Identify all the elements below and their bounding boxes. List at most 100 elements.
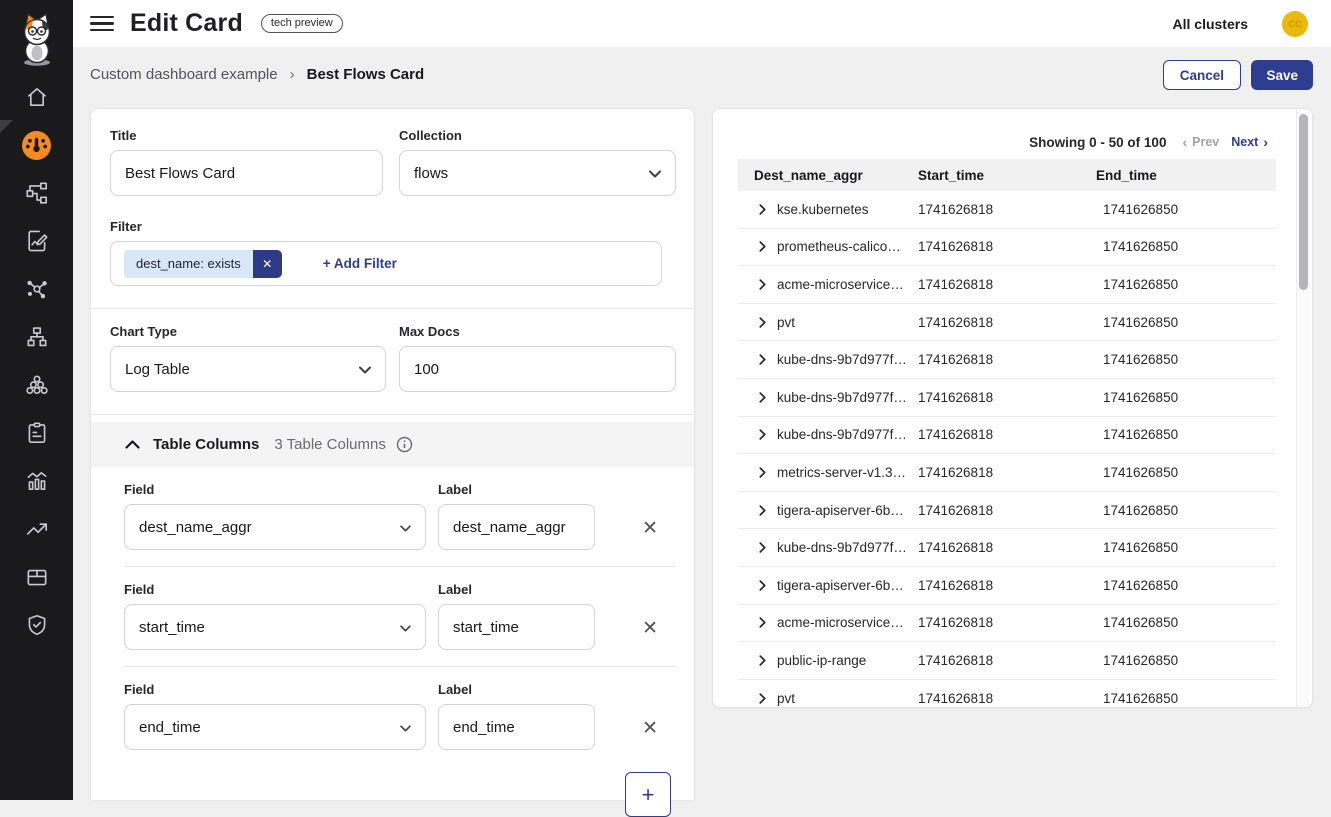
max-docs-label: Max Docs <box>399 324 676 339</box>
add-column-button[interactable]: + <box>625 772 671 817</box>
calico-cat-logo[interactable] <box>14 8 60 70</box>
expand-row-icon[interactable] <box>759 693 766 704</box>
chevron-left-icon: ‹ <box>1182 134 1187 150</box>
breadcrumb-current: Best Flows Card <box>307 66 425 83</box>
table-row[interactable]: public-ip-range 1741626818 1741626850 <box>738 642 1276 680</box>
shield-check-icon[interactable] <box>0 601 73 649</box>
expand-row-icon[interactable] <box>759 617 766 628</box>
expand-row-icon[interactable] <box>759 392 766 403</box>
chevron-up-icon[interactable] <box>125 436 140 454</box>
max-docs-input[interactable] <box>399 346 676 392</box>
collection-label: Collection <box>399 128 676 143</box>
remove-column-icon[interactable]: ✕ <box>636 718 664 739</box>
save-button[interactable]: Save <box>1251 60 1313 90</box>
table-row[interactable]: kube-dns-9b7d977f… 1741626818 1741626850 <box>738 529 1276 567</box>
remove-filter-icon[interactable]: ✕ <box>253 250 282 278</box>
expand-row-icon[interactable] <box>759 580 766 591</box>
scrollbar-thumb[interactable] <box>1299 114 1308 290</box>
chart-type-label: Chart Type <box>110 324 386 339</box>
divider <box>91 308 694 309</box>
table-columns-section-header[interactable]: Table Columns 3 Table Columns <box>91 422 694 467</box>
expand-row-icon[interactable] <box>759 542 766 553</box>
filter-input[interactable]: dest_name: exists ✕ + Add Filter <box>110 241 662 286</box>
card-preview-panel: Showing 0 - 50 of 100 ‹ Prev Next › Dest… <box>712 108 1313 708</box>
add-filter-button[interactable]: + Add Filter <box>323 256 397 271</box>
table-row[interactable]: tigera-apiserver-6b… 1741626818 17416268… <box>738 567 1276 605</box>
table-row[interactable]: kube-dns-9b7d977f… 1741626818 1741626850 <box>738 379 1276 417</box>
breadcrumb-parent[interactable]: Custom dashboard example <box>90 66 278 83</box>
title-input[interactable] <box>110 150 383 196</box>
sidebar-flap-decoration <box>0 120 13 133</box>
label-label: Label <box>438 682 595 697</box>
table-row[interactable]: pvt 1741626818 1741626850 <box>738 680 1276 708</box>
clipboard-icon[interactable] <box>0 409 73 457</box>
field-select[interactable]: end_time <box>124 704 426 750</box>
collection-select[interactable]: flows <box>399 150 676 196</box>
chevron-down-icon <box>649 165 661 182</box>
label-input[interactable] <box>438 504 595 550</box>
label-input[interactable] <box>438 704 595 750</box>
service-graph-icon[interactable] <box>0 169 73 217</box>
table-row[interactable]: tigera-apiserver-6b… 1741626818 17416268… <box>738 492 1276 530</box>
chart-type-select[interactable]: Log Table <box>110 346 386 392</box>
prev-button[interactable]: ‹ Prev <box>1182 134 1219 150</box>
table-row[interactable]: kse.kubernetes 1741626818 1741626850 <box>738 191 1276 229</box>
column-row: Field end_time Label ✕ <box>124 667 676 766</box>
field-select[interactable]: dest_name_aggr <box>124 504 426 550</box>
table-row[interactable]: pvt 1741626818 1741626850 <box>738 304 1276 342</box>
topbar: Edit Card tech preview All clusters CC <box>73 0 1331 47</box>
inventory-box-icon[interactable] <box>0 553 73 601</box>
title-label: Title <box>110 128 383 143</box>
column-row: Field dest_name_aggr Label ✕ <box>124 467 676 567</box>
next-button[interactable]: Next › <box>1231 134 1268 150</box>
field-label: Field <box>124 582 426 597</box>
table-row[interactable]: acme-microservice… 1741626818 1741626850 <box>738 605 1276 643</box>
cluster-selector[interactable]: All clusters <box>1173 16 1248 32</box>
expand-row-icon[interactable] <box>759 505 766 516</box>
avatar[interactable]: CC <box>1282 11 1308 37</box>
card-editor-panel: Title Collection flows Filter dest_name:… <box>90 108 695 800</box>
flow-graph-icon[interactable] <box>0 265 73 313</box>
column-header: Start_time <box>906 168 1081 183</box>
table-row[interactable]: kube-dns-9b7d977f… 1741626818 1741626850 <box>738 341 1276 379</box>
home-icon[interactable] <box>0 73 73 121</box>
expand-row-icon[interactable] <box>759 655 766 666</box>
field-select[interactable]: start_time <box>124 604 426 650</box>
expand-row-icon[interactable] <box>759 429 766 440</box>
field-label: Field <box>124 482 426 497</box>
expand-row-icon[interactable] <box>759 317 766 328</box>
sidebar-nav <box>0 73 73 649</box>
trending-up-icon[interactable] <box>0 505 73 553</box>
remove-column-icon[interactable]: ✕ <box>636 518 664 539</box>
tech-preview-badge: tech preview <box>261 14 343 33</box>
remove-column-icon[interactable]: ✕ <box>636 618 664 639</box>
pagination: Showing 0 - 50 of 100 ‹ Prev Next › <box>1029 134 1268 150</box>
network-tree-icon[interactable] <box>0 313 73 361</box>
info-icon[interactable] <box>396 436 413 453</box>
label-input[interactable] <box>438 604 595 650</box>
table-row[interactable]: acme-microservice… 1741626818 1741626850 <box>738 266 1276 304</box>
expand-row-icon[interactable] <box>759 354 766 365</box>
menu-icon[interactable] <box>90 16 114 32</box>
cancel-button[interactable]: Cancel <box>1163 60 1241 90</box>
label-label: Label <box>438 482 595 497</box>
expand-row-icon[interactable] <box>759 204 766 215</box>
chevron-down-icon <box>400 719 411 736</box>
expand-row-icon[interactable] <box>759 279 766 290</box>
divider <box>91 414 694 415</box>
table-row[interactable]: prometheus-calico… 1741626818 1741626850 <box>738 229 1276 267</box>
column-row: Field start_time Label ✕ <box>124 567 676 667</box>
clusters-icon[interactable] <box>0 361 73 409</box>
expand-row-icon[interactable] <box>759 241 766 252</box>
breadcrumb-separator-icon: › <box>290 66 295 83</box>
table-columns-rows: Field dest_name_aggr Label ✕ Field start… <box>110 467 676 766</box>
policy-editor-icon[interactable] <box>0 217 73 265</box>
chevron-down-icon <box>400 619 411 636</box>
table-row[interactable]: metrics-server-v1.3… 1741626818 17416268… <box>738 454 1276 492</box>
statistics-icon[interactable] <box>0 457 73 505</box>
page-title: Edit Card <box>130 9 243 38</box>
chevron-right-icon: › <box>1263 134 1268 150</box>
expand-row-icon[interactable] <box>759 467 766 478</box>
table-row[interactable]: kube-dns-9b7d977f… 1741626818 1741626850 <box>738 417 1276 455</box>
preview-scrollbar[interactable] <box>1296 109 1310 707</box>
